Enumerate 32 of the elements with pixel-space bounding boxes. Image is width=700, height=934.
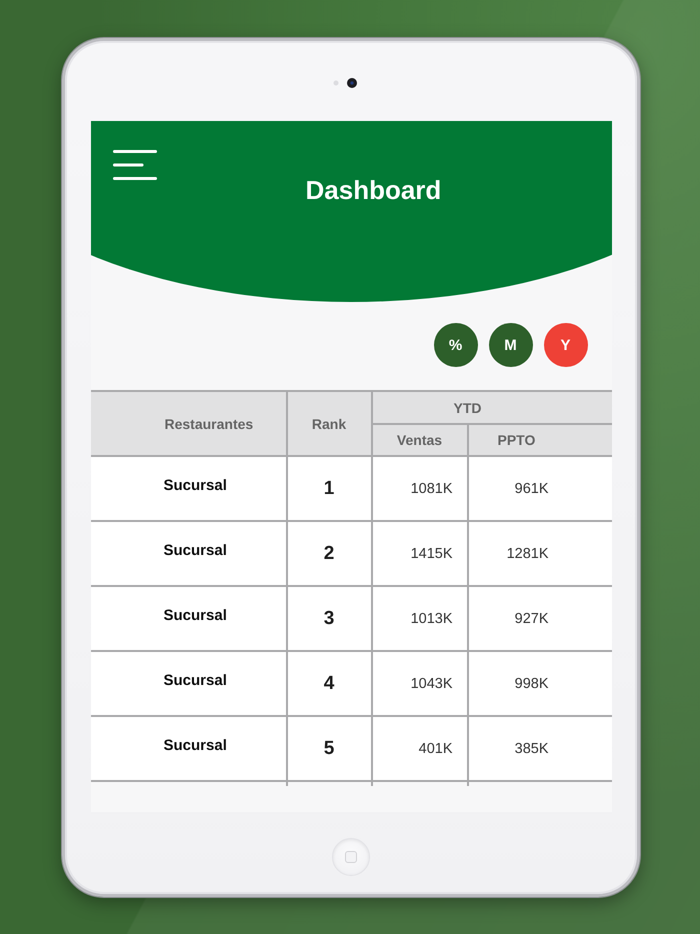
table-cell: 1043K — [372, 651, 468, 716]
period-toggle-button[interactable]: % — [434, 323, 478, 367]
table-cell: Sucursal — [90, 586, 286, 651]
front-camera-drawing — [332, 78, 356, 88]
table-cell: 1415K — [372, 521, 468, 586]
table-cell: 1281K — [468, 521, 612, 586]
table-cell: Sucursal — [90, 456, 286, 521]
period-toggle-button[interactable]: Y — [544, 323, 588, 367]
table-cell: 1081K — [372, 456, 468, 521]
table-cell: 4 — [286, 651, 372, 716]
table-cell: 385K — [468, 716, 612, 781]
period-toggle-button[interactable]: M — [488, 323, 532, 367]
table-cell: 998K — [468, 651, 612, 716]
table-cell: 1 — [286, 456, 372, 521]
table-cell: 5 — [286, 716, 372, 781]
table-cell: 1013K — [372, 586, 468, 651]
column-header: YTD — [372, 391, 612, 424]
table-cell: 3 — [286, 586, 372, 651]
column-header: Restaurantes — [90, 391, 286, 456]
table-cell: Sucursal — [90, 521, 286, 586]
page-title: Dashboard — [306, 175, 442, 205]
table-cell: 927K — [468, 586, 612, 651]
column-header: Ventas — [372, 424, 468, 456]
table-cell: 961K — [468, 456, 612, 521]
table-cell: Sucursal — [90, 651, 286, 716]
table-cell: 401K — [372, 716, 468, 781]
column-header: Rank — [286, 391, 372, 456]
table-cell: 2 — [286, 521, 372, 586]
column-header: PPTO — [468, 424, 612, 456]
square-icon — [345, 851, 357, 863]
menu-icon[interactable] — [112, 150, 156, 180]
table-cell: Sucursal — [90, 716, 286, 781]
